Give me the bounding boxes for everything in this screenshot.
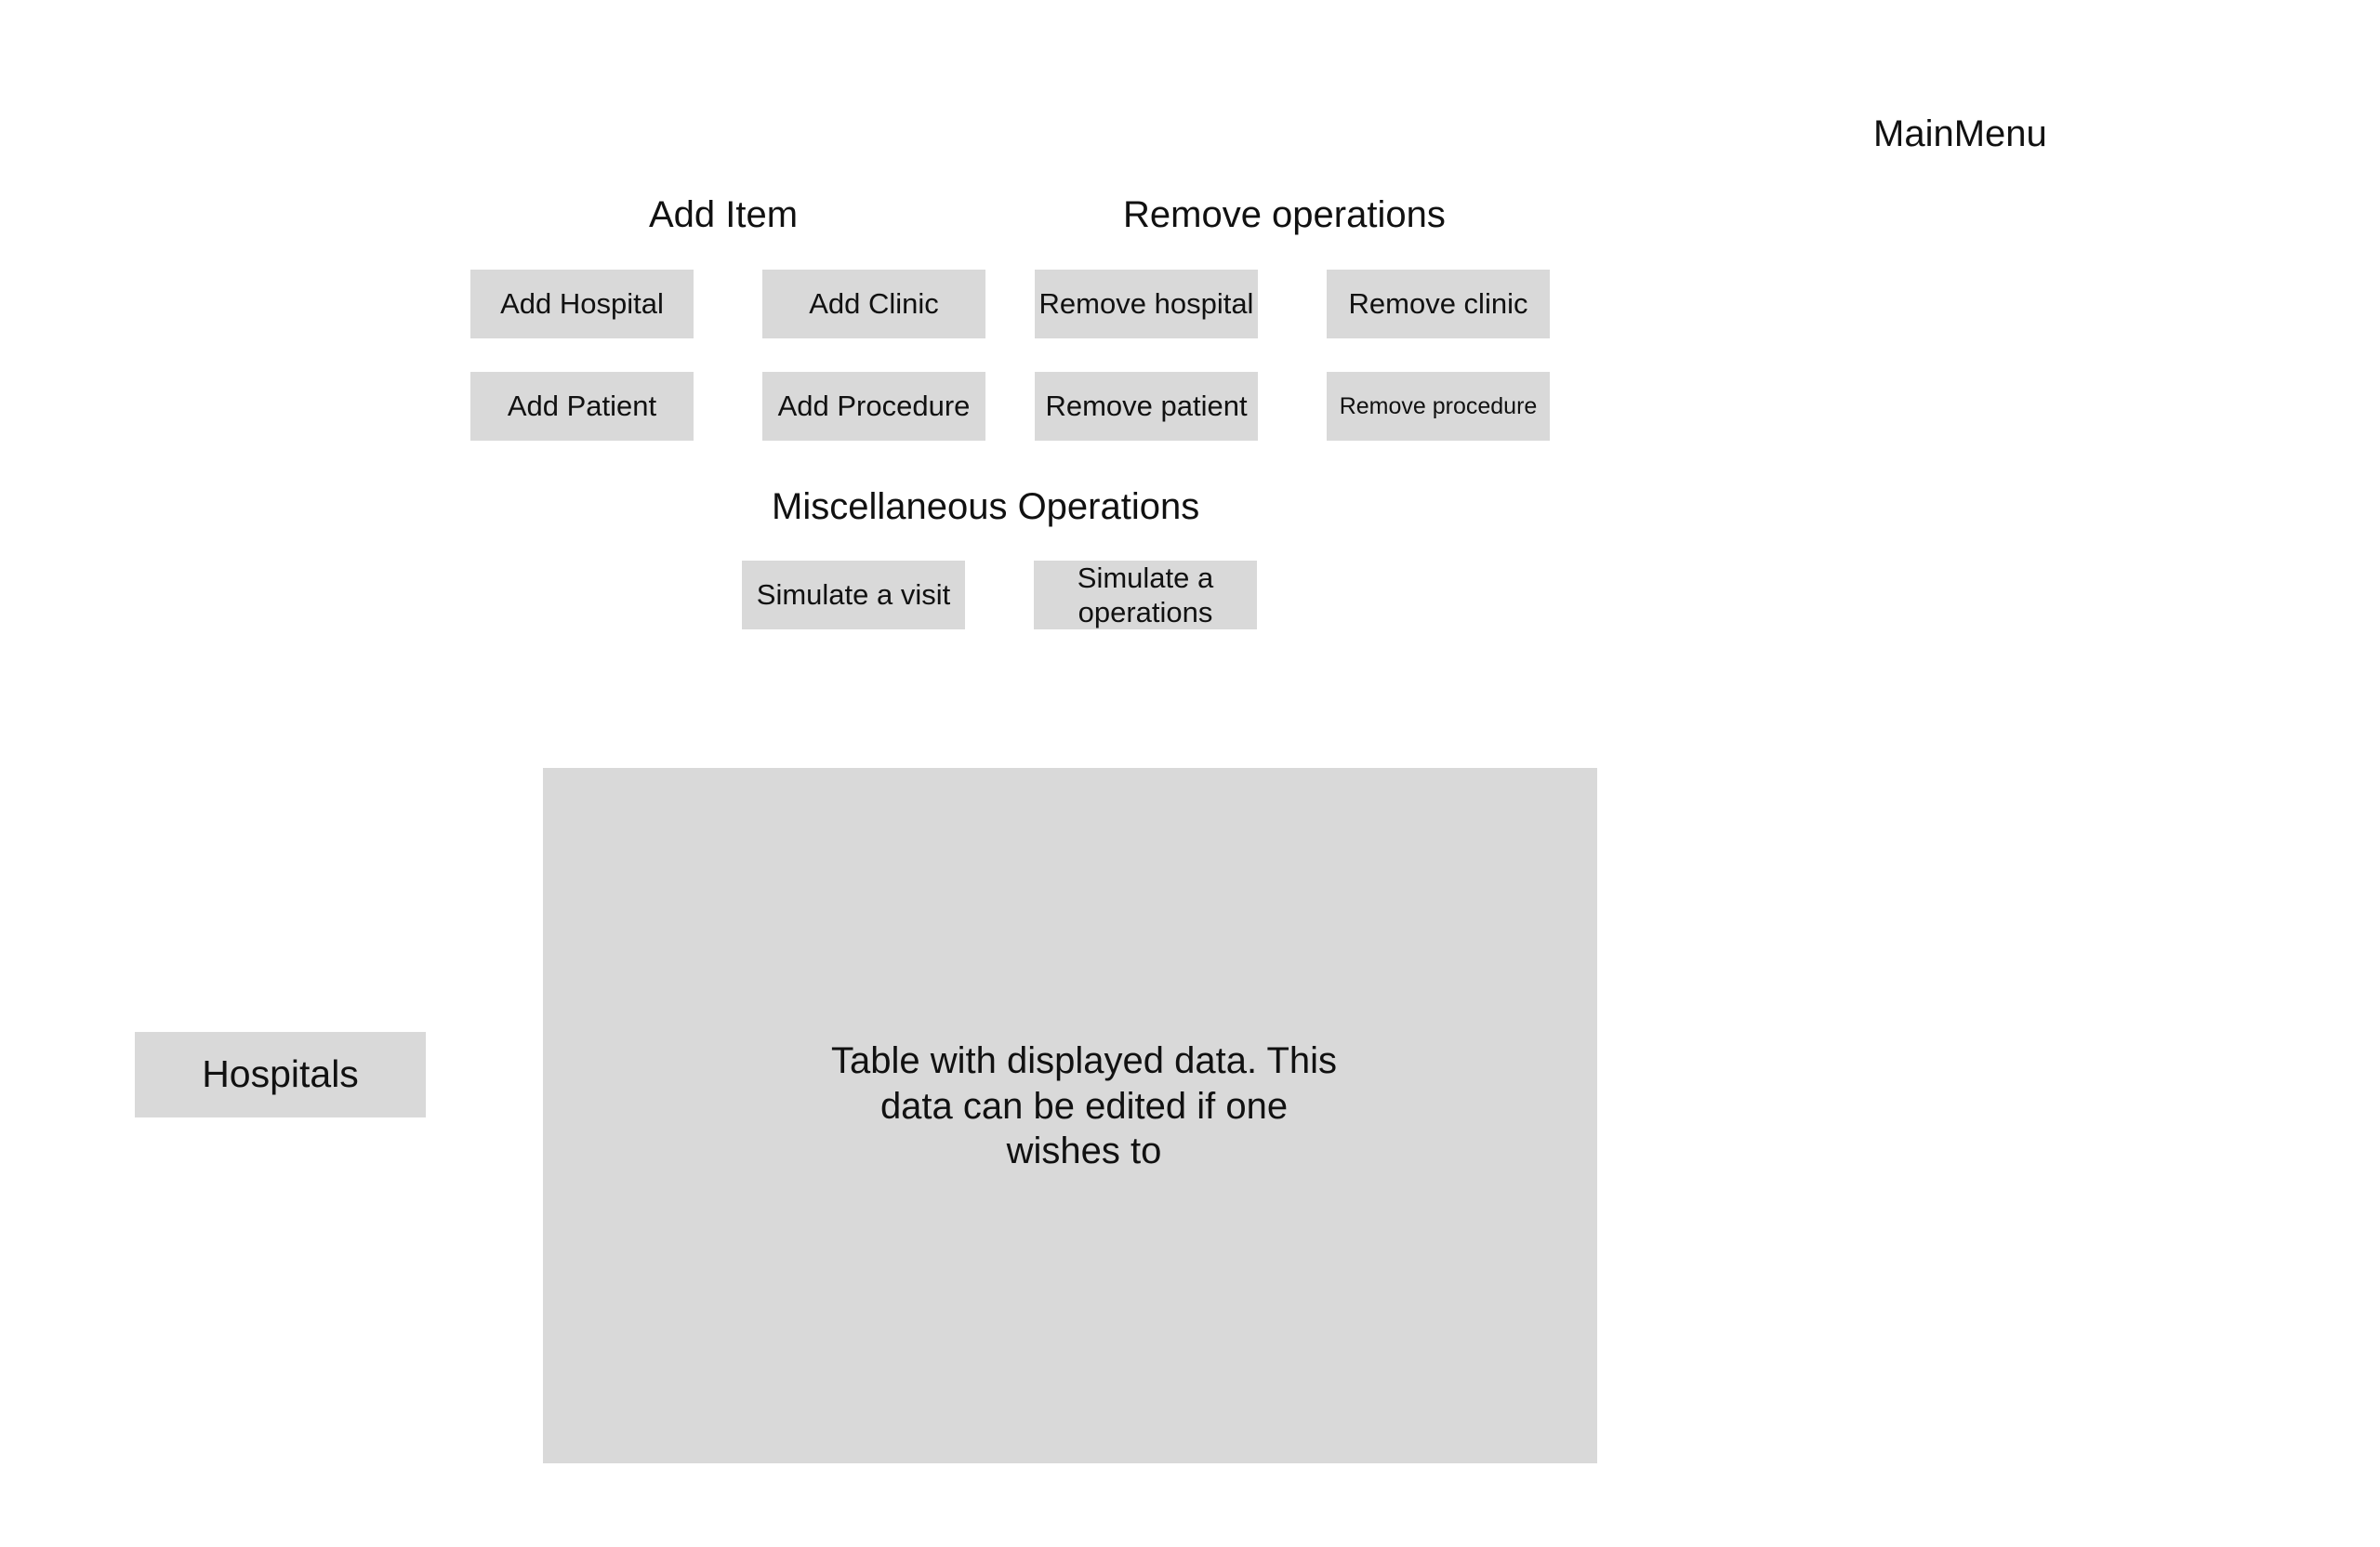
remove-procedure-button[interactable]: Remove procedure bbox=[1327, 372, 1550, 441]
table-placeholder-text: Table with displayed data. This data can… bbox=[830, 1039, 1338, 1172]
remove-operations-heading: Remove operations bbox=[1123, 194, 1446, 235]
page-title: MainMenu bbox=[1873, 113, 2047, 154]
data-table[interactable]: Table with displayed data. This data can… bbox=[543, 768, 1597, 1463]
simulate-visit-button[interactable]: Simulate a visit bbox=[742, 561, 965, 629]
hospitals-button[interactable]: Hospitals bbox=[135, 1032, 426, 1117]
add-hospital-button[interactable]: Add Hospital bbox=[470, 270, 694, 338]
add-clinic-button[interactable]: Add Clinic bbox=[762, 270, 985, 338]
remove-patient-button[interactable]: Remove patient bbox=[1035, 372, 1258, 441]
add-procedure-button[interactable]: Add Procedure bbox=[762, 372, 985, 441]
simulate-operations-button[interactable]: Simulate a operations bbox=[1034, 561, 1257, 629]
remove-clinic-button[interactable]: Remove clinic bbox=[1327, 270, 1550, 338]
add-item-heading: Add Item bbox=[649, 194, 799, 235]
remove-hospital-button[interactable]: Remove hospital bbox=[1035, 270, 1258, 338]
misc-operations-heading: Miscellaneous Operations bbox=[772, 486, 1200, 527]
add-patient-button[interactable]: Add Patient bbox=[470, 372, 694, 441]
